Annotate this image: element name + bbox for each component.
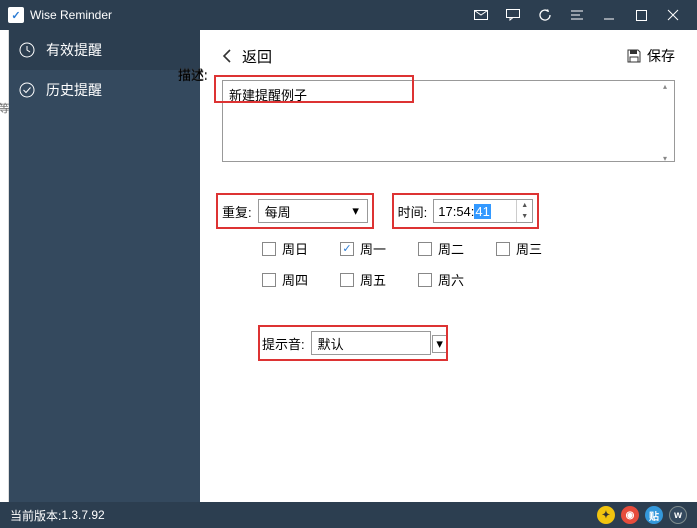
tieba-icon[interactable]: 贴 [645,506,663,524]
sound-label: 提示音: [262,334,305,353]
sidebar: 有效提醒 历史提醒 [0,30,200,502]
checkbox[interactable] [418,242,432,256]
feedback-icon[interactable] [497,0,529,30]
time-selected-seconds: 41 [474,204,490,219]
version-label: 当前版本: [10,507,61,524]
description-label2: 描述: [178,65,222,84]
chevron-down-icon: ▾ [432,335,448,353]
time-hhmm: 17:54: [438,204,474,219]
time-spin-buttons[interactable]: ▲▼ [516,200,532,222]
back-button[interactable]: 返回 [222,46,272,67]
close-button[interactable] [657,0,689,30]
sidebar-item-label: 有效提醒 [46,40,102,60]
sound-value: 默认 [318,334,344,353]
checkbox[interactable] [262,273,276,287]
mail-icon[interactable] [465,0,497,30]
day-option[interactable]: 周日 [262,239,308,258]
day-label: 周日 [282,239,308,258]
spin-down-icon[interactable]: ▼ [517,211,532,222]
app-title: Wise Reminder [30,8,465,22]
back-label: 返回 [242,46,272,67]
titlebar: ✓ Wise Reminder [0,0,697,30]
checkbox[interactable] [262,242,276,256]
repeat-field: 重复: 每周 ▾ [222,199,368,223]
checkbox[interactable] [418,273,432,287]
time-label: 时间: [398,202,428,221]
checkbox[interactable] [340,273,354,287]
checkbox[interactable] [340,242,354,256]
repeat-dropdown[interactable]: 每周 ▾ [258,199,368,223]
day-option[interactable]: 周五 [340,270,386,289]
save-button[interactable]: 保存 [627,46,675,66]
save-icon [627,49,641,63]
spin-up-icon[interactable]: ▲ [517,200,532,211]
day-label: 周二 [438,239,464,258]
day-label: 周四 [282,270,308,289]
time-field: 时间: 17:54:41 ▲▼ [398,199,534,223]
sidebar-item-active-reminders[interactable]: 有效提醒 [0,30,200,70]
day-label: 周五 [360,270,386,289]
left-edge-strip: 等 [0,30,9,502]
menu-icon[interactable] [561,0,593,30]
repeat-label: 重复: [222,202,252,221]
textarea-scrollbar[interactable]: ▴▾ [657,82,673,163]
day-option[interactable]: 周六 [418,270,464,289]
version-value: 1.3.7.92 [61,508,104,522]
day-label: 周六 [438,270,464,289]
day-label: 周三 [516,239,542,258]
repeat-value: 每周 [265,202,291,221]
sidebar-item-label: 历史提醒 [46,80,102,100]
save-label: 保存 [647,46,675,66]
sound-field: 提示音: 默认 ▾ [262,331,431,355]
refresh-icon[interactable] [529,0,561,30]
statusbar: 当前版本:1.3.7.92 ✦ ◉ 贴 w [0,502,697,528]
days-group: 周日 周一 周二 周三 周四 周五 周六 [222,239,675,301]
check-circle-icon [18,81,36,99]
chevron-down-icon: ▾ [349,204,363,218]
app-logo-icon: ✓ [8,7,24,23]
description-input[interactable] [222,80,675,162]
checkbox[interactable] [496,242,510,256]
sidebar-item-history-reminders[interactable]: 历史提醒 [0,70,200,110]
day-option[interactable]: 周二 [418,239,464,258]
day-option[interactable]: 周三 [496,239,542,258]
day-label: 周一 [360,239,386,258]
minimize-button[interactable] [593,0,625,30]
social-icon-1[interactable]: ✦ [597,506,615,524]
chevron-left-icon [222,48,232,64]
clock-icon [18,41,36,59]
sound-dropdown[interactable]: 默认 ▾ [311,331,431,355]
day-option[interactable]: 周一 [340,239,386,258]
wise-icon[interactable]: w [669,506,687,524]
main-panel: 返回 保存 描述: ▴▾ 描述: [200,30,697,502]
time-spinner[interactable]: 17:54:41 ▲▼ [433,199,533,223]
maximize-button[interactable] [625,0,657,30]
weibo-icon[interactable]: ◉ [621,506,639,524]
day-option[interactable]: 周四 [262,270,308,289]
